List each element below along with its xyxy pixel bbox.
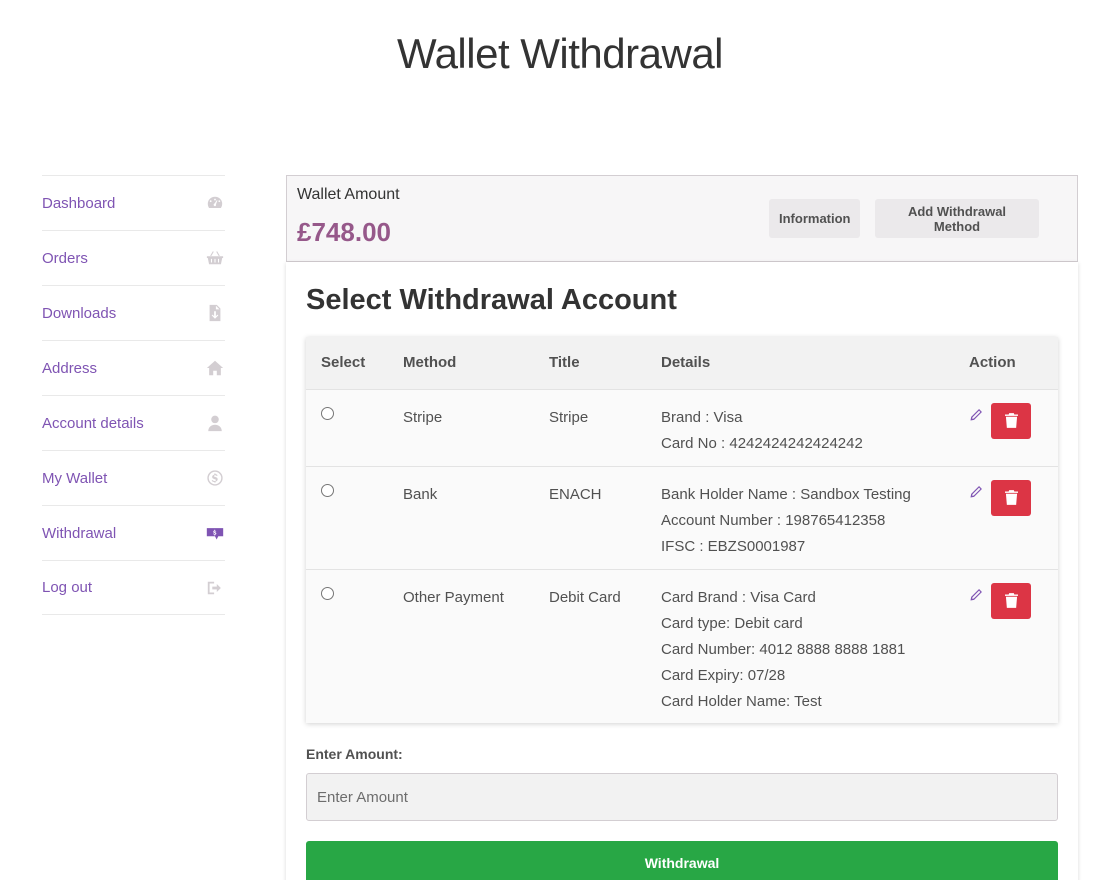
method-cell: Other Payment bbox=[403, 588, 504, 606]
detail-line: Account Number : 198765412358 bbox=[661, 511, 886, 529]
file-download-icon bbox=[206, 304, 224, 322]
sidebar-item-address[interactable]: Address bbox=[42, 341, 225, 396]
wallet-amount-value: £748.00 bbox=[297, 217, 391, 247]
account-navigation: Dashboard Orders Downloads Address Accou… bbox=[42, 175, 225, 615]
sidebar-item-label[interactable]: Orders bbox=[42, 250, 88, 267]
withdrawal-accounts-table: Select Method Title Details Action Strip… bbox=[306, 337, 1058, 723]
sidebar-item-label[interactable]: Address bbox=[42, 360, 97, 377]
information-button[interactable]: Information bbox=[769, 199, 860, 238]
title-cell: Stripe bbox=[549, 408, 589, 426]
dollar-circle-icon bbox=[206, 469, 224, 487]
basket-icon bbox=[206, 249, 224, 267]
withdrawal-card: Select Withdrawal Account Select Method … bbox=[286, 262, 1078, 880]
home-icon bbox=[206, 359, 224, 377]
sidebar-item-orders[interactable]: Orders bbox=[42, 231, 225, 286]
sidebar-item-label[interactable]: Dashboard bbox=[42, 195, 115, 212]
detail-line: Card Holder Name: Test bbox=[661, 692, 822, 710]
detail-line: Brand : Visa bbox=[661, 408, 743, 426]
detail-line: Card Brand : Visa Card bbox=[661, 588, 816, 606]
detail-line: Card Number: 4012 8888 8888 1881 bbox=[661, 640, 906, 658]
delete-button[interactable] bbox=[991, 582, 1031, 619]
method-cell: Stripe bbox=[403, 408, 443, 426]
sidebar-item-my-wallet[interactable]: My Wallet bbox=[42, 451, 225, 506]
table-row: Other Payment Debit Card Card Brand : Vi… bbox=[306, 569, 1058, 723]
sidebar-item-dashboard[interactable]: Dashboard bbox=[42, 176, 225, 231]
sidebar-item-account-details[interactable]: Account details bbox=[42, 396, 225, 451]
column-header-method: Method bbox=[388, 337, 534, 390]
account-radio[interactable] bbox=[321, 586, 334, 600]
sidebar-item-label[interactable]: Log out bbox=[42, 579, 92, 596]
select-cell bbox=[306, 466, 388, 569]
select-cell bbox=[306, 569, 388, 723]
table-row: Bank ENACH Bank Holder Name : Sandbox Te… bbox=[306, 466, 1058, 569]
title-cell: ENACH bbox=[549, 485, 602, 503]
sidebar-item-label[interactable]: Account details bbox=[42, 415, 144, 432]
sidebar-item-label[interactable]: Downloads bbox=[42, 305, 116, 322]
pencil-edit-icon[interactable] bbox=[969, 482, 983, 498]
detail-line: Card Expiry: 07/28 bbox=[661, 666, 786, 684]
account-radio[interactable] bbox=[321, 483, 334, 497]
column-header-details: Details bbox=[646, 337, 954, 390]
detail-line: IFSC : EBZS0001987 bbox=[661, 537, 806, 555]
action-cell bbox=[954, 389, 1058, 466]
detail-line: Bank Holder Name : Sandbox Testing bbox=[661, 485, 911, 503]
withdrawal-submit-button[interactable]: Withdrawal bbox=[306, 841, 1058, 880]
details-cell: Bank Holder Name : Sandbox Testing Accou… bbox=[646, 466, 954, 569]
trash-icon bbox=[1004, 413, 1018, 428]
action-cell bbox=[954, 569, 1058, 723]
detail-line: Card No : 4242424242424242 bbox=[661, 434, 863, 452]
trash-icon bbox=[1004, 490, 1018, 505]
sign-out-icon bbox=[206, 579, 224, 597]
wallet-amount-label: Wallet Amount bbox=[297, 186, 400, 203]
delete-button[interactable] bbox=[991, 402, 1031, 439]
page-title: Wallet Withdrawal bbox=[396, 30, 724, 77]
wallet-summary: Wallet Amount £748.00 Information Add Wi… bbox=[286, 175, 1078, 262]
column-header-action: Action bbox=[954, 337, 1058, 390]
trash-icon bbox=[1004, 593, 1018, 608]
pencil-edit-icon[interactable] bbox=[969, 405, 983, 421]
column-header-title: Title bbox=[534, 337, 646, 390]
column-header-select: Select bbox=[306, 337, 388, 390]
amount-label: Enter Amount: bbox=[306, 746, 403, 762]
title-cell: Debit Card bbox=[549, 588, 621, 606]
account-radio[interactable] bbox=[321, 406, 334, 420]
table-row: Stripe Stripe Brand : Visa Card No : 424… bbox=[306, 389, 1058, 466]
add-withdrawal-method-button[interactable]: Add Withdrawal Method bbox=[875, 199, 1039, 238]
detail-line: Card type: Debit card bbox=[661, 614, 803, 632]
section-title: Select Withdrawal Account bbox=[306, 284, 677, 316]
pencil-edit-icon[interactable] bbox=[969, 585, 983, 601]
amount-input[interactable] bbox=[306, 773, 1058, 821]
details-cell: Brand : Visa Card No : 4242424242424242 bbox=[646, 389, 954, 466]
method-cell: Bank bbox=[403, 485, 438, 503]
table-header-row: Select Method Title Details Action bbox=[306, 337, 1058, 390]
sidebar-item-label[interactable]: My Wallet bbox=[42, 470, 107, 487]
dashboard-gauge-icon bbox=[206, 194, 224, 212]
action-cell bbox=[954, 466, 1058, 569]
sidebar-item-log-out[interactable]: Log out bbox=[42, 561, 225, 615]
select-cell bbox=[306, 389, 388, 466]
user-icon bbox=[206, 414, 224, 432]
delete-button[interactable] bbox=[991, 479, 1031, 516]
sidebar-item-downloads[interactable]: Downloads bbox=[42, 286, 225, 341]
details-cell: Card Brand : Visa Card Card type: Debit … bbox=[646, 569, 954, 723]
sidebar-item-label[interactable]: Withdrawal bbox=[42, 525, 116, 542]
withdrawal-icon bbox=[206, 524, 224, 542]
sidebar-item-withdrawal[interactable]: Withdrawal bbox=[42, 506, 225, 561]
